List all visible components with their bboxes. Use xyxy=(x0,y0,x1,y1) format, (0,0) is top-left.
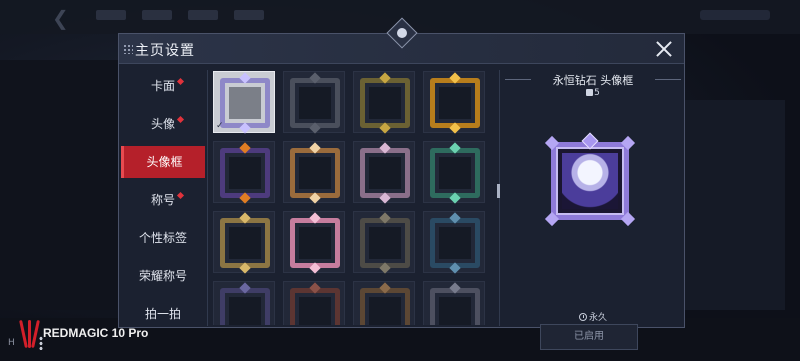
frame-detail-panel: 永恒钻石 头像框 5 永久 已启用 xyxy=(503,70,683,350)
frost-blue-frame[interactable] xyxy=(423,211,485,274)
frame-border xyxy=(220,148,270,198)
avatar-frame-grid: ✓ xyxy=(213,71,493,325)
background-left-panel xyxy=(0,60,118,310)
sidebar-item[interactable]: 头像框 xyxy=(121,146,205,178)
frame-preview xyxy=(544,132,636,227)
sidebar-item[interactable]: 拍一拍 xyxy=(121,298,205,326)
more-dots-icon[interactable] xyxy=(39,336,43,350)
sidebar-item-label: 称号 xyxy=(150,193,175,207)
frame-border xyxy=(360,148,410,198)
sidebar-item[interactable]: 称号 xyxy=(121,184,205,216)
sidebar-item-label: 个性标签 xyxy=(138,231,187,245)
violet-crown-frame[interactable] xyxy=(213,281,275,325)
check-icon: ✓ xyxy=(216,121,224,131)
red-dot-badge-icon xyxy=(176,77,185,86)
sidebar-item-label: 头像 xyxy=(150,117,175,131)
duration-text: 永久 xyxy=(588,313,607,323)
avatar-portrait xyxy=(562,153,618,209)
frame-border xyxy=(290,78,340,128)
frame-border xyxy=(430,218,480,268)
dialog-title: 主页设置 xyxy=(135,43,195,59)
sidebar-item[interactable]: 卡面 xyxy=(121,70,205,102)
crimson-frame[interactable] xyxy=(283,281,345,325)
frame-border xyxy=(360,78,410,128)
frame-border xyxy=(430,78,480,128)
preview-frame-border xyxy=(551,142,629,220)
drag-handle-icon xyxy=(123,44,133,54)
sidebar-item[interactable]: 荣耀称号 xyxy=(121,260,205,292)
red-dot-badge-icon xyxy=(176,115,185,124)
background-tab xyxy=(234,10,264,20)
frame-name: 永恒钻石 头像框 xyxy=(552,74,634,87)
background-tab xyxy=(142,10,172,20)
rank-row: 5 xyxy=(503,88,683,98)
plain-gray-frame[interactable] xyxy=(283,71,345,134)
redmagic-logo-icon xyxy=(19,319,40,349)
amber-frame[interactable] xyxy=(353,281,415,325)
settings-sidebar: 卡面头像头像框称号个性标签荣耀称号拍一拍 xyxy=(121,70,205,326)
frame-border xyxy=(430,148,480,198)
halloween-frame[interactable] xyxy=(213,141,275,204)
sidebar-divider xyxy=(207,70,208,326)
sidebar-item-label: 头像框 xyxy=(146,155,183,169)
shield-icon xyxy=(586,89,594,96)
clock-icon xyxy=(578,313,587,321)
sidebar-item-label: 荣耀称号 xyxy=(138,269,187,283)
close-icon[interactable] xyxy=(652,37,676,61)
jade-emerald-frame[interactable] xyxy=(423,141,485,204)
frame-border xyxy=(290,218,340,268)
grid-scrollbar[interactable] xyxy=(497,184,500,198)
duration-row: 永久 xyxy=(503,310,683,323)
golden-flame-frame[interactable] xyxy=(423,71,485,134)
title-line-right xyxy=(655,79,681,80)
gold-wing-frame[interactable] xyxy=(213,211,275,274)
sidebar-item[interactable]: 个性标签 xyxy=(121,222,205,254)
brand-text: REDMAGIC 10 Pro xyxy=(43,326,149,340)
steel-frame[interactable] xyxy=(423,281,485,325)
background-currency xyxy=(700,10,770,20)
background-back-icon: ❮ xyxy=(52,6,69,30)
homepage-settings-dialog: 主页设置 卡面头像头像框称号个性标签荣耀称号拍一拍 ✓ 永恒钻石 头像框 5 永… xyxy=(118,17,685,350)
grid-divider xyxy=(499,70,500,326)
frame-border xyxy=(220,78,270,128)
pink-blossom-frame[interactable] xyxy=(283,211,345,274)
frame-border xyxy=(360,218,410,268)
red-dot-badge-icon xyxy=(176,191,185,200)
enabled-status-button[interactable]: 已启用 xyxy=(540,324,638,350)
system-label: H xyxy=(8,338,15,348)
background-tab xyxy=(188,10,218,20)
sidebar-item-label: 卡面 xyxy=(150,79,175,93)
default-silver-frame[interactable]: ✓ xyxy=(213,71,275,134)
background-right-panel xyxy=(685,100,785,310)
frame-border xyxy=(290,148,340,198)
bronze-shield-frame[interactable] xyxy=(353,211,415,274)
frame-border xyxy=(220,218,270,268)
forest-leaf-frame[interactable] xyxy=(353,71,415,134)
rank-value: 5 xyxy=(594,88,600,98)
rose-silver-frame[interactable] xyxy=(353,141,415,204)
background-tab xyxy=(96,10,126,20)
lantern-festival-frame[interactable] xyxy=(283,141,345,204)
sidebar-item[interactable]: 头像 xyxy=(121,108,205,140)
sidebar-item-label: 拍一拍 xyxy=(144,307,181,321)
